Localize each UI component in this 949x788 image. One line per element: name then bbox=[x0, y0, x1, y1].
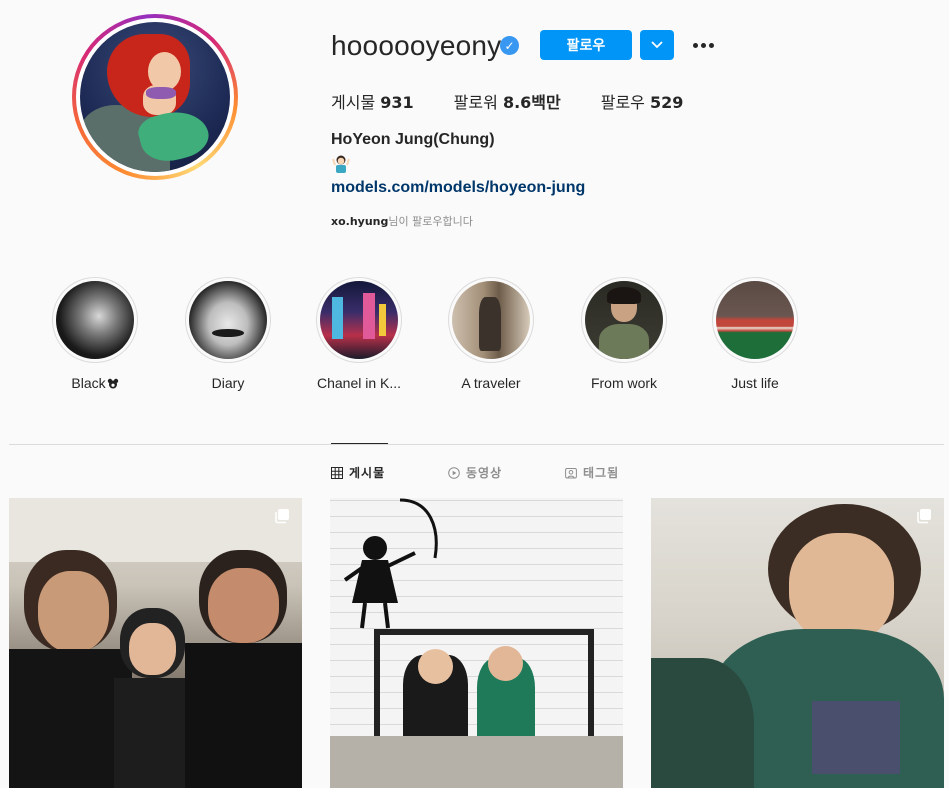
post-thumbnail[interactable] bbox=[651, 498, 944, 788]
wall-figure-icon bbox=[343, 498, 438, 629]
verified-badge-icon: ✓ bbox=[500, 36, 519, 55]
dot-icon bbox=[700, 42, 706, 48]
highlight-label: Chanel in K... bbox=[316, 375, 402, 391]
profile-stats: 게시물 931 팔로워 8.6백만 팔로우 529 bbox=[331, 89, 723, 113]
highlight-label: From work bbox=[590, 375, 658, 391]
highlight-thumbnail bbox=[189, 281, 267, 359]
tag-icon bbox=[565, 467, 577, 478]
highlight-label: A traveler bbox=[461, 375, 521, 391]
post-thumbnail[interactable] bbox=[330, 498, 623, 788]
grid-icon bbox=[331, 466, 343, 479]
highlight-thumbnail bbox=[716, 281, 794, 359]
highlight-just-life[interactable]: Just life bbox=[685, 277, 825, 391]
highlight-label: Diary bbox=[211, 375, 245, 391]
highlight-label: Black bbox=[25, 375, 165, 391]
post-thumbnail[interactable] bbox=[9, 498, 302, 788]
woman-gesturing-emoji-icon bbox=[332, 155, 350, 173]
follow-button[interactable]: 팔로우 bbox=[540, 30, 632, 60]
multiple-photos-icon bbox=[917, 509, 931, 524]
bio-website-link[interactable]: models.com/models/hoyeon-jung bbox=[331, 179, 585, 197]
highlight-thumbnail bbox=[320, 281, 398, 359]
bear-emoji-icon bbox=[107, 378, 118, 389]
followers-count[interactable]: 팔로워 8.6백만 bbox=[454, 89, 561, 113]
play-icon bbox=[448, 466, 460, 479]
highlight-thumbnail bbox=[585, 281, 663, 359]
highlight-black[interactable]: Black bbox=[25, 277, 165, 391]
profile-avatar[interactable] bbox=[72, 14, 238, 180]
highlight-label: Just life bbox=[731, 375, 779, 391]
avatar-image bbox=[80, 22, 230, 172]
highlight-thumbnail bbox=[56, 281, 134, 359]
dot-icon bbox=[708, 42, 714, 48]
multiple-photos-icon bbox=[275, 509, 289, 524]
dot-icon bbox=[692, 42, 698, 48]
profile-full-name: HoYeon Jung(Chung) bbox=[331, 131, 495, 148]
following-count[interactable]: 팔로우 529 bbox=[601, 89, 684, 113]
tabs-divider bbox=[9, 444, 944, 445]
highlight-thumbnail bbox=[452, 281, 530, 359]
highlight-chanel[interactable]: Chanel in K... bbox=[289, 277, 429, 391]
active-tab-indicator bbox=[331, 443, 388, 444]
tab-videos[interactable]: 동영상 bbox=[448, 464, 502, 481]
suggested-dropdown-button[interactable] bbox=[640, 30, 674, 60]
posts-count: 게시물 931 bbox=[331, 93, 414, 112]
profile-username: hoooooyeony bbox=[331, 30, 502, 61]
chevron-down-icon bbox=[651, 41, 663, 49]
tab-posts[interactable]: 게시물 bbox=[331, 464, 385, 481]
tab-tagged[interactable]: 태그됨 bbox=[565, 464, 619, 481]
followed-by-text[interactable]: xo.hyung님이 팔로우합니다 bbox=[331, 213, 473, 229]
highlight-a-traveler[interactable]: A traveler bbox=[421, 277, 561, 391]
more-options-button[interactable] bbox=[688, 32, 718, 58]
highlight-diary[interactable]: Diary bbox=[158, 277, 298, 391]
highlight-from-work[interactable]: From work bbox=[554, 277, 694, 391]
